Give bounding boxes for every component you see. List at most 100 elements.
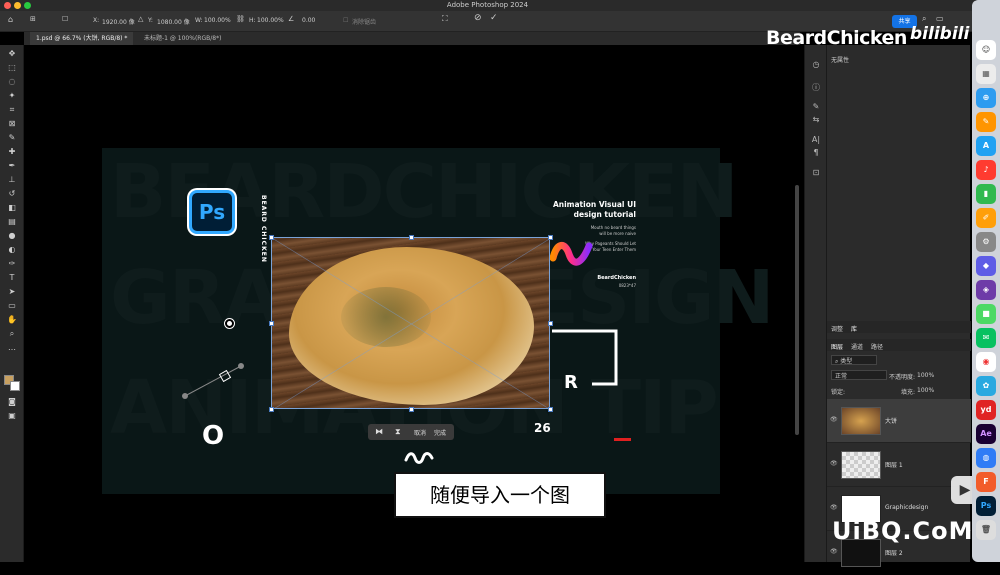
gradient-tool-icon[interactable]: ▤ [6,217,18,227]
launchpad-icon[interactable]: ▦ [976,64,996,84]
transform-bounding-box[interactable] [269,235,553,412]
frame-tool-icon[interactable]: ⊠ [6,119,18,129]
chrome-icon[interactable]: ◉ [976,352,996,372]
photoshop-dock-icon[interactable]: Ps [976,496,996,516]
healing-tool-icon[interactable]: ✚ [6,147,18,157]
fill-field[interactable]: 100% [917,387,934,394]
settings-icon[interactable]: ⚙ [976,232,996,252]
app-icon-2[interactable]: ◈ [976,280,996,300]
app-icon-1[interactable]: ◆ [976,256,996,276]
dodge-tool-icon[interactable]: ◐ [6,245,18,255]
opacity-field[interactable]: 100% [917,372,934,379]
safari-icon[interactable]: ⊕ [976,88,996,108]
wechat-icon[interactable]: ✉ [976,328,996,348]
type-tool-icon[interactable]: T [6,273,18,283]
h-field[interactable]: 100.00% [257,17,284,24]
angle-field[interactable]: 0.00 [302,17,315,24]
finder-icon[interactable]: ☺ [976,40,996,60]
search-icon[interactable]: ⌕ [922,14,926,24]
path-select-tool-icon[interactable]: ➤ [6,287,18,297]
antialias-checkbox[interactable]: ☐ [343,17,348,24]
done-button[interactable]: 完成 [434,428,446,437]
eye-icon[interactable]: 👁 [830,548,838,555]
link-icon[interactable]: △ [138,15,143,23]
app-icon-4[interactable]: ✿ [976,376,996,396]
app-icon-3[interactable]: ■ [976,304,996,324]
home-icon[interactable]: ⌂ [8,15,13,24]
w-field[interactable]: 100.00% [204,17,231,24]
cancel-transform-icon[interactable]: ⊘ [474,13,482,23]
hand-tool-icon[interactable]: ✋ [6,315,18,325]
brush-settings-icon[interactable]: ✎ [810,102,822,114]
pen-tool-icon[interactable]: ✑ [6,259,18,269]
tab-document-1[interactable]: 1.psd @ 66.7% (大饼, RGB/8) * [30,32,134,45]
handle-top-left[interactable] [269,235,274,240]
tab-libraries[interactable]: 库 [851,324,857,333]
brush-tool-icon[interactable]: ✒ [6,161,18,171]
lasso-tool-icon[interactable]: ◌ [6,77,18,87]
adjustments-icon[interactable]: ⇆ [810,115,822,127]
cancel-button[interactable]: 取消 [414,428,426,437]
character-icon[interactable]: A| [810,135,822,147]
handle-bottom-right[interactable] [548,407,553,412]
commit-transform-icon[interactable]: ✓ [490,13,498,23]
handle-left[interactable] [269,321,274,326]
screen-mode-icon[interactable]: ▣ [6,411,18,421]
blend-mode-select[interactable]: 正常 [831,370,887,380]
handle-right[interactable] [548,321,553,326]
layer-row[interactable]: 👁 图层 1 [827,443,971,487]
history-brush-icon[interactable]: ↺ [6,189,18,199]
canvas-area[interactable]: BEARDCHICKEN GRAPHICDESIGN ANIMATION TIP… [24,45,800,562]
history-icon[interactable]: ◷ [810,60,822,72]
eyedropper-tool-icon[interactable]: ✎ [6,133,18,143]
marquee-tool-icon[interactable]: ⬚ [6,63,18,73]
paragraph-icon[interactable]: ¶ [810,148,822,160]
move-tool-icon[interactable]: ✥ [6,49,18,59]
trash-icon[interactable]: 🗑 [976,520,996,540]
flip-vertical-icon[interactable]: ⧗ [395,427,401,437]
workspace-icon[interactable]: ▭ [936,14,944,23]
quick-mask-icon[interactable]: ◙ [6,397,18,407]
tab-channels[interactable]: 通道 [851,342,863,351]
chain-icon[interactable]: ⛓ [236,15,245,23]
pages-icon[interactable]: ✐ [976,208,996,228]
background-color-swatch[interactable] [10,381,20,391]
music-icon[interactable]: ♪ [976,160,996,180]
blur-tool-icon[interactable]: ● [6,231,18,241]
flip-horizontal-icon[interactable]: ⧓ [375,427,383,436]
layer-filter-select[interactable]: ⌕ 类型 [831,355,877,365]
shape-tool-icon[interactable]: ▭ [6,301,18,311]
handle-top[interactable] [409,235,414,240]
notes-icon[interactable]: ✎ [976,112,996,132]
handle-bottom[interactable] [409,407,414,412]
aftereffects-icon[interactable]: Ae [976,424,996,444]
y-field[interactable]: 1080.00 像 [157,17,190,26]
reference-point-icon[interactable]: ☐ [62,15,68,23]
crop-tool-icon[interactable]: ⌗ [6,105,18,115]
info-icon[interactable]: ⓘ [810,82,822,94]
layer-row[interactable]: 👁 大饼 [827,399,971,443]
stamp-tool-icon[interactable]: ⊥ [6,175,18,185]
numbers-icon[interactable]: ▮ [976,184,996,204]
magic-wand-tool-icon[interactable]: ✦ [6,91,18,101]
transform-icon[interactable]: ⊞ [30,15,36,23]
warp-icon[interactable]: ⛶ [442,14,448,24]
app-icon-5[interactable]: ◍ [976,448,996,468]
canvas-scrollbar[interactable] [795,185,799,435]
zoom-tool-icon[interactable]: ⌕ [6,329,18,339]
app-icon-6[interactable]: F [976,472,996,492]
youdao-icon[interactable]: yd [976,400,996,420]
handle-top-right[interactable] [548,235,553,240]
x-field[interactable]: 1920.00 像 [102,17,135,26]
more-tools-icon[interactable]: … [6,343,18,353]
glyphs-icon[interactable]: ⊡ [810,168,822,180]
tab-paths[interactable]: 路径 [871,342,883,351]
appstore-icon[interactable]: A [976,136,996,156]
tab-adjustments[interactable]: 调整 [831,324,843,333]
eye-icon[interactable]: 👁 [830,460,838,467]
tab-document-2[interactable]: 未标题-1 @ 100%(RGB/8*) [138,32,227,45]
tab-layers[interactable]: 图层 [831,342,843,351]
eraser-tool-icon[interactable]: ◧ [6,203,18,213]
eye-icon[interactable]: 👁 [830,504,838,511]
handle-bottom-left[interactable] [269,407,274,412]
